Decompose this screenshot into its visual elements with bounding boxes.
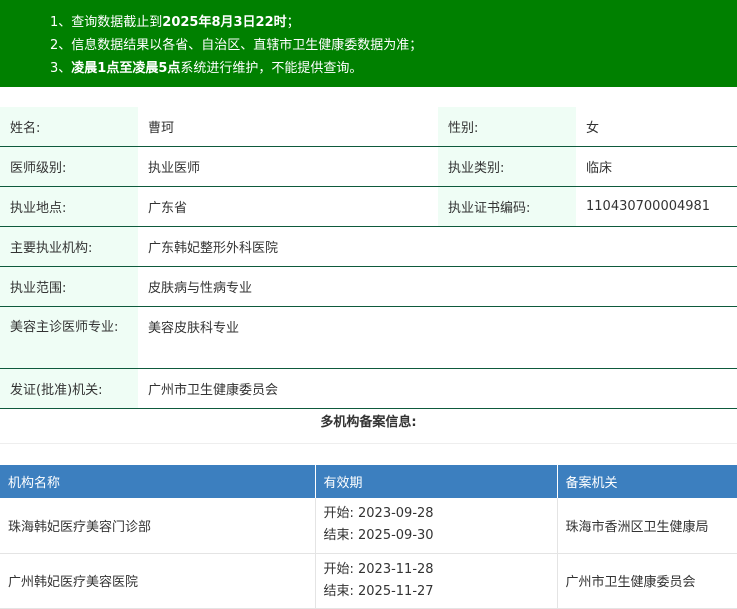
scope-value: 皮肤病与性病专业 <box>148 281 253 296</box>
notice-line-1: 1、查询数据截止到2025年8月3日22时； <box>50 11 737 34</box>
notice-line-1-prefix: 1、查询数据截止到 <box>50 15 163 30</box>
location-value: 广东省 <box>148 201 188 216</box>
category-value: 临床 <box>586 161 613 176</box>
row-authority: 广州市卫生健康委员会 <box>557 553 737 609</box>
cert-label: 执业证书编码: <box>438 187 576 226</box>
info-row-location: 执业地点: 广东省 执业证书编码: 110430700004981 <box>0 187 737 227</box>
notice-banner: 1、查询数据截止到2025年8月3日22时； 2、信息数据结果以各省、自治区、直… <box>0 0 737 87</box>
info-row-institution: 主要执业机构: 广东韩妃整形外科医院 <box>0 227 737 267</box>
notice-line-3-prefix: 3、 <box>50 61 72 76</box>
notice-line-3: 3、凌晨1点至凌晨5点系统进行维护，不能提供查询。 <box>50 57 737 80</box>
row-institution: 珠海韩妃医疗美容门诊部 <box>0 498 316 554</box>
table-row: 广州韩妃医疗美容医院 开始: 2023-11-28 结束: 2025-11-27… <box>0 553 737 609</box>
header-institution: 机构名称 <box>0 465 316 498</box>
notice-line-1-suffix: ； <box>286 15 300 30</box>
multi-institution-table: 机构名称 有效期 备案机关 珠海韩妃医疗美容门诊部 开始: 2023-09-28… <box>0 465 737 609</box>
info-row-name: 姓名: 曹珂 性别: 女 <box>0 107 737 147</box>
header-authority: 备案机关 <box>557 465 737 498</box>
row-period: 开始: 2023-11-28 结束: 2025-11-27 <box>315 553 558 609</box>
info-row-level: 医师级别: 执业医师 执业类别: 临床 <box>0 147 737 187</box>
cert-value: 110430700004981 <box>586 199 711 214</box>
multi-institution-title: 多机构备案信息: <box>0 402 737 444</box>
institution-label: 主要执业机构: <box>0 227 138 266</box>
row-period: 开始: 2023-09-28 结束: 2025-09-30 <box>315 498 558 554</box>
table-header-row: 机构名称 有效期 备案机关 <box>0 465 737 498</box>
header-period: 有效期 <box>315 465 558 498</box>
cosmetic-label: 美容主诊医师专业: <box>0 307 138 368</box>
notice-line-3-suffix: 系统进行维护，不能提供查询。 <box>180 61 363 76</box>
level-value: 执业医师 <box>148 161 201 176</box>
institution-value: 广东韩妃整形外科医院 <box>148 241 279 256</box>
table-row: 珠海韩妃医疗美容门诊部 开始: 2023-09-28 结束: 2025-09-3… <box>0 498 737 554</box>
location-label: 执业地点: <box>0 187 138 226</box>
name-value: 曹珂 <box>148 121 175 136</box>
scope-label: 执业范围: <box>0 267 138 306</box>
category-label: 执业类别: <box>438 147 576 186</box>
period-end: 结束: 2025-09-30 <box>323 528 434 544</box>
row-institution: 广州韩妃医疗美容医院 <box>0 553 316 609</box>
info-row-cosmetic: 美容主诊医师专业: 美容皮肤科专业 <box>0 307 737 369</box>
gender-value: 女 <box>586 121 600 136</box>
notice-line-2: 2、信息数据结果以各省、自治区、直辖市卫生健康委数据为准； <box>50 38 423 53</box>
row-authority: 珠海市香洲区卫生健康局 <box>557 498 737 554</box>
name-label: 姓名: <box>0 107 138 146</box>
period-start: 开始: 2023-11-28 <box>323 561 434 577</box>
level-label: 医师级别: <box>0 147 138 186</box>
period-start: 开始: 2023-09-28 <box>323 506 434 522</box>
cosmetic-value: 美容皮肤科专业 <box>148 321 240 336</box>
notice-line-1-bold: 2025年8月3日22时 <box>162 15 287 30</box>
info-row-scope: 执业范围: 皮肤病与性病专业 <box>0 267 737 307</box>
gender-label: 性别: <box>438 107 576 146</box>
doctor-info-table: 姓名: 曹珂 性别: 女 医师级别: 执业医师 执业类别: 临床 执业地点: 广… <box>0 107 737 409</box>
notice-line-3-bold: 凌晨1点至凌晨5点 <box>71 61 181 76</box>
period-end: 结束: 2025-11-27 <box>323 583 434 599</box>
